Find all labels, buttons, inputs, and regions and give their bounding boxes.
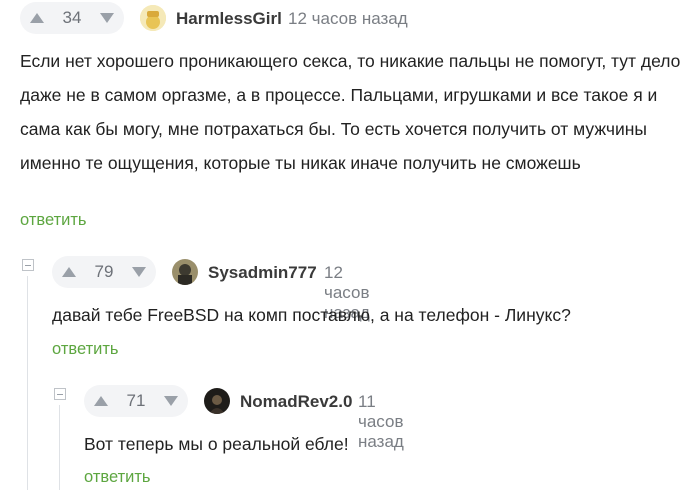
reply-link[interactable]: ответить <box>52 340 119 359</box>
comment-text: давай тебе FreeBSD на комп поставлю, а н… <box>52 305 571 325</box>
username[interactable]: HarmlessGirl <box>176 9 282 29</box>
thread-line[interactable] <box>27 276 28 490</box>
upvote-icon[interactable] <box>30 13 44 23</box>
collapse-thread-button[interactable] <box>22 259 34 271</box>
comment-text: Вот теперь мы о реальной ебле! <box>84 434 349 454</box>
username[interactable]: NomadRev2.0 <box>240 392 352 412</box>
comment-text: Если нет хорошего проникающего секса, то… <box>20 51 681 173</box>
thread-line[interactable] <box>59 405 60 490</box>
collapse-thread-button[interactable] <box>54 388 66 400</box>
vote-widget: 79 <box>52 256 156 288</box>
vote-widget: 34 <box>20 2 124 34</box>
vote-count: 34 <box>62 8 82 27</box>
avatar[interactable] <box>204 388 230 414</box>
username[interactable]: Sysadmin777 <box>208 263 317 283</box>
comment: 34 HarmlessGirl 12 часов назад Если нет … <box>0 0 700 240</box>
minus-icon <box>25 264 31 266</box>
vote-count: 79 <box>94 262 114 281</box>
avatar[interactable] <box>172 259 198 285</box>
vote-count: 71 <box>126 391 146 410</box>
avatar[interactable] <box>140 5 166 31</box>
minus-icon <box>57 393 63 395</box>
timestamp[interactable]: 12 часов назад <box>288 9 408 29</box>
downvote-icon[interactable] <box>99 13 114 23</box>
downvote-icon[interactable] <box>163 396 178 406</box>
upvote-icon[interactable] <box>62 267 76 277</box>
upvote-icon[interactable] <box>94 396 108 406</box>
reply-link[interactable]: ответить <box>84 468 151 487</box>
downvote-icon[interactable] <box>131 267 146 277</box>
reply-link[interactable]: ответить <box>20 211 87 230</box>
vote-widget: 71 <box>84 385 188 417</box>
